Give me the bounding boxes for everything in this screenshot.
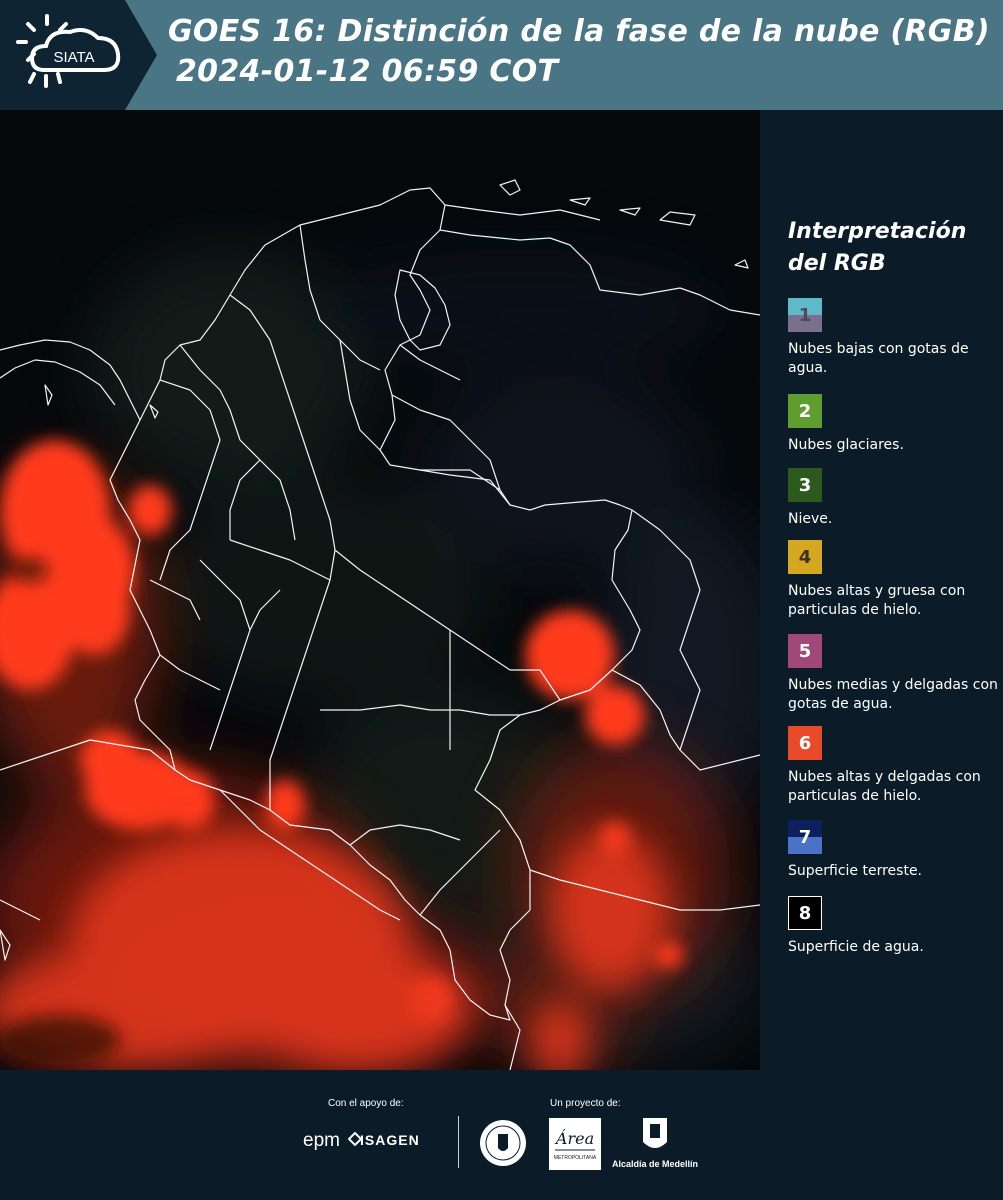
legend-label-6: Nubes altas y delgadas con particulas de… [788, 769, 981, 804]
legend-label-4: Nubes altas y gruesa con particulas de h… [788, 583, 966, 618]
alcaldia-text: Alcaldía de Medellín [612, 1159, 699, 1169]
legend-swatch-8: 8 [788, 896, 822, 930]
legend-swatch-5: 5 [788, 634, 822, 668]
page-timestamp: 2024-01-12 06:59 COT [176, 54, 559, 89]
epm-logo: epm [303, 1130, 340, 1151]
legend-swatch-7: 7 [788, 820, 822, 854]
legend-label-2: Nubes glaciares. [788, 437, 904, 453]
page-title: GOES 16: Distinción de la fase de la nub… [168, 14, 990, 49]
legend-label-8: Superficie de agua. [788, 939, 924, 955]
legend-item-2: 2 Nubes glaciares. [788, 394, 998, 455]
legend-swatch-4: 4 [788, 540, 822, 574]
footer-divider [458, 1116, 459, 1168]
legend-item-5: 5 Nubes medias y delgadas con gotas de a… [788, 634, 998, 714]
legend-item-4: 4 Nubes altas y gruesa con particulas de… [788, 540, 998, 620]
siata-logo: SIATA [16, 14, 121, 88]
legend-label-7: Superficie terreste. [788, 863, 923, 879]
medellin-seal-icon [480, 1120, 526, 1166]
satellite-map [0, 110, 760, 1070]
legend-title: Interpretación del RGB [788, 219, 967, 276]
legend-item-7: 7 Superficie terreste. [788, 820, 998, 881]
isagen-logo: ISAGEN [360, 1132, 420, 1148]
footer: Con el apoyo de: Un proyecto de: epm ISA… [0, 1070, 1003, 1200]
legend-panel: Interpretación del RGB 1 Nubes bajas con… [760, 110, 1003, 1070]
legend-label-3: Nieve. [788, 511, 833, 527]
logo-text: SIATA [53, 49, 94, 66]
legend-label-5: Nubes medias y delgadas con gotas de agu… [788, 677, 998, 712]
alcaldia-shield-icon [643, 1118, 667, 1148]
legend-label-1: Nubes bajas con gotas de agua. [788, 341, 969, 376]
support-label: Con el apoyo de: [328, 1098, 404, 1109]
legend-swatch-3: 3 [788, 468, 822, 502]
svg-text:METROPOLITANA: METROPOLITANA [554, 1155, 597, 1161]
satellite-image [0, 110, 760, 1070]
legend-item-3: 3 Nieve. [788, 468, 998, 529]
project-label: Un proyecto de: [550, 1098, 621, 1109]
legend-swatch-1: 1 [788, 298, 822, 332]
legend-item-1: 1 Nubes bajas con gotas de agua. [788, 298, 998, 378]
legend-swatch-6: 6 [788, 726, 822, 760]
header: SIATA GOES 16: Distinción de la fase de … [0, 0, 1003, 110]
area-metropolitana-logo: Área METROPOLITANA [549, 1118, 601, 1170]
svg-text:Área: Área [554, 1128, 594, 1148]
legend-item-8: 8 Superficie de agua. [788, 896, 998, 957]
legend-item-6: 6 Nubes altas y delgadas con particulas … [788, 726, 998, 806]
legend-swatch-2: 2 [788, 394, 822, 428]
